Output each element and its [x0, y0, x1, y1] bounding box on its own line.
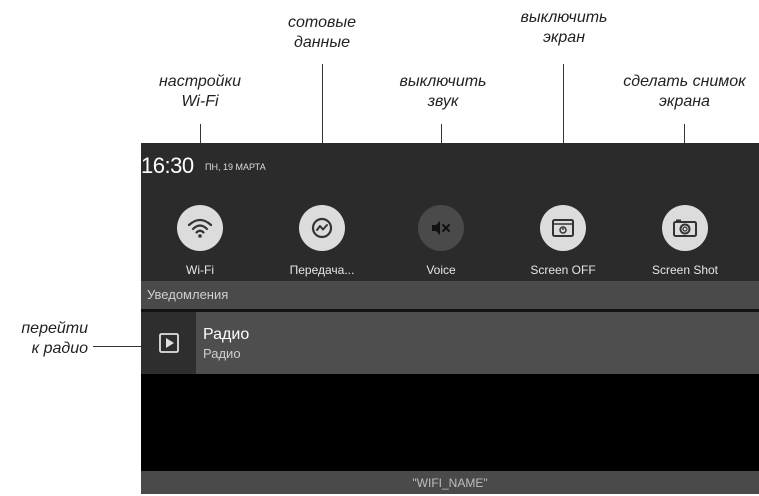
callout-text: настройки — [159, 73, 241, 90]
quick-setting-label: Voice — [426, 263, 456, 277]
screen-off-icon — [540, 205, 586, 251]
callout-text: Wi-Fi — [181, 93, 219, 110]
callout-text: сделать снимок — [623, 73, 746, 90]
callout-text: сотовые — [288, 14, 356, 31]
notifications-header: Уведомления — [141, 281, 759, 309]
notification-panel: 16:30 ПН, 19 МАРТА Wi-Fi Передача... Voi… — [141, 143, 759, 494]
callout-text: выключить — [520, 9, 608, 26]
callout-text: выключить — [399, 73, 487, 90]
screenshot-button[interactable]: Screen Shot — [635, 205, 735, 277]
callout-text: перейти — [21, 320, 88, 337]
date: ПН, 19 МАРТА — [205, 162, 266, 172]
callout-radio: перейти к радио — [0, 319, 88, 359]
clock: 16:30 — [141, 153, 194, 178]
notification-title: Радио — [203, 326, 250, 343]
callout-text: данные — [293, 34, 351, 51]
notifications-header-label: Уведомления — [147, 287, 229, 302]
mute-button[interactable]: Voice — [391, 205, 491, 277]
wifi-icon — [177, 205, 223, 251]
radio-notification[interactable]: Радио Радио — [141, 312, 759, 374]
callout-mute: выключить звук — [383, 72, 503, 112]
quick-setting-label: Передача... — [289, 263, 355, 277]
callout-text: к радио — [31, 340, 88, 357]
mute-icon — [418, 205, 464, 251]
screen-off-button[interactable]: Screen OFF — [513, 205, 613, 277]
quick-settings: Wi-Fi Передача... Voice Screen OFF Scree… — [141, 188, 759, 281]
notification-subtitle: Радио — [203, 346, 241, 361]
quick-setting-label: Screen OFF — [530, 263, 596, 277]
callout-screen-off: выключить экран — [504, 8, 624, 48]
wifi-name: "WIFI_NAME" — [412, 476, 488, 490]
cellular-data-button[interactable]: Передача... — [272, 205, 372, 277]
callout-cellular-data: сотовые данные — [262, 13, 382, 53]
status-bar: 16:30 ПН, 19 МАРТА — [141, 143, 759, 188]
wifi-toggle-button[interactable]: Wi-Fi — [150, 205, 250, 277]
quick-setting-label: Wi-Fi — [186, 263, 214, 277]
callout-text: экран — [542, 29, 586, 46]
callout-screenshot: сделать снимок экрана — [610, 72, 759, 112]
camera-icon — [662, 205, 708, 251]
network-status-bar: "WIFI_NAME" — [141, 471, 759, 494]
callout-wifi-settings: настройки Wi-Fi — [140, 72, 260, 112]
cellular-data-icon — [299, 205, 345, 251]
quick-setting-label: Screen Shot — [651, 263, 719, 277]
play-icon — [141, 312, 196, 374]
callout-text: экрана — [659, 93, 710, 110]
callout-text: звук — [427, 93, 459, 110]
